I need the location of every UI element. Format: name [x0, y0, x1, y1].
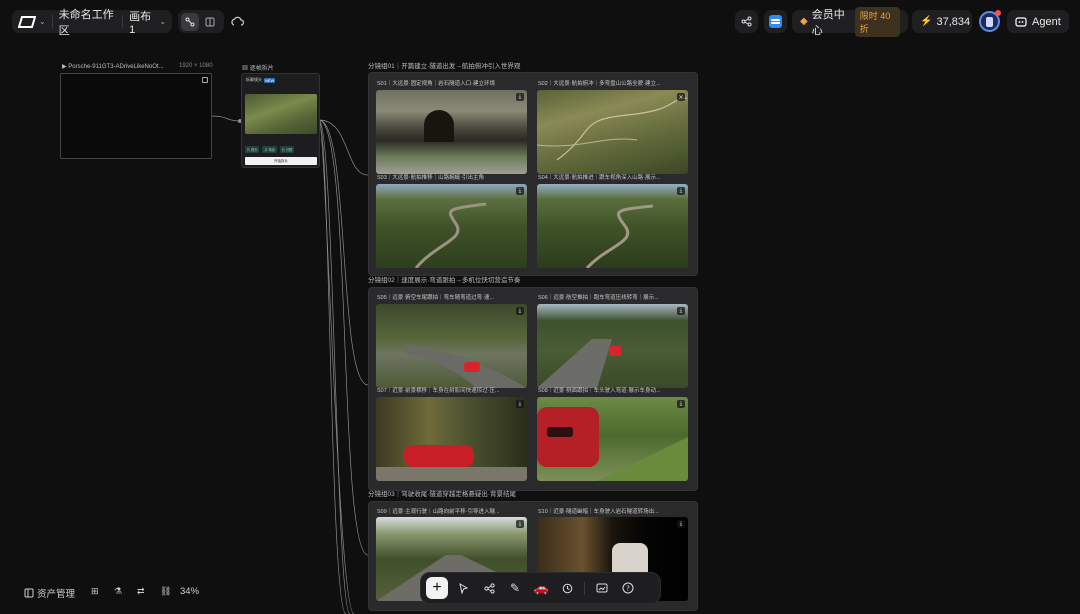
play-icon: ▶ — [62, 64, 67, 70]
asset-manager-button[interactable]: 资产管理 — [24, 586, 75, 600]
bottom-toolbar: + ✎ 🚗 ? — [420, 572, 661, 604]
shot-caption: S04｜大远景·航拍推进｜跟车视角深入山路·展示... — [538, 175, 661, 181]
shot-thumbnail[interactable]: ⤓ — [537, 397, 688, 481]
shot-caption: S10｜近景·隧道幽暗｜车身驶入岩石隧道转场出... — [538, 509, 659, 515]
storyboard-preview — [245, 94, 317, 134]
shot-thumbnail[interactable]: ✕ — [537, 90, 688, 174]
group-title: 分镜组03｜驾驶收尾·隧道穿越定格悬疑出·背景结尾 — [368, 491, 517, 498]
asset-manager-label: 资产管理 — [37, 589, 76, 600]
new-badge: NEW — [264, 77, 276, 83]
car-icon[interactable]: 🚗 — [530, 577, 552, 599]
zoom-level[interactable]: 34% — [180, 586, 199, 597]
cursor-icon[interactable] — [452, 577, 474, 599]
video-node-dims: 1920 × 1080 — [179, 63, 213, 69]
shot-thumbnail[interactable]: ⤓ — [376, 90, 527, 174]
node-graph-icon[interactable] — [478, 577, 500, 599]
book-icon — [24, 588, 34, 598]
storyboard-node-title: ▦ 逐帧拆片 — [242, 66, 274, 72]
shot-caption: S05｜远景·俯空车尾跟拍｜弯车随弯道过弯·速... — [377, 295, 495, 301]
link-icon[interactable]: ⛓ — [160, 586, 171, 597]
storyboard-chip[interactable]: 片 分镜 — [279, 146, 295, 153]
download-icon[interactable]: ⤓ — [677, 187, 685, 195]
shot-caption: S09｜远景·主观行驶｜山路向前平移·引导进入隧... — [377, 509, 500, 515]
download-icon[interactable]: ⤓ — [677, 307, 685, 315]
shot-caption: S02｜大远景·航拍俯冲｜多弯盘山公路全貌·建立... — [538, 81, 661, 87]
download-icon[interactable]: ⤓ — [516, 307, 524, 315]
download-icon[interactable]: ⤓ — [516, 187, 524, 195]
flask-icon[interactable]: ⚗ — [114, 586, 122, 597]
grid-icon: ▦ — [242, 66, 249, 72]
pen-icon[interactable]: ✎ — [504, 577, 526, 599]
shot-thumbnail[interactable]: ⤓ — [376, 184, 527, 268]
shot-caption: S07｜近景·前景横移｜车身在树影间快速掠过·压... — [377, 388, 500, 394]
shot-caption: S06｜远景·航空推拍｜跑车弯道压线转弯｜展示... — [538, 295, 659, 301]
group-title: 分镜组01｜开篇建立·隧道出发→航拍俯冲引入世界观 — [368, 63, 521, 70]
grid-icon[interactable]: ⊞ — [91, 586, 99, 597]
storyboard-node[interactable]: 拆解镜头 NEW 片 镜头 片 场景 片 分镜 开始拆片 — [241, 73, 320, 168]
shot-thumbnail[interactable]: ⤓ — [376, 397, 527, 481]
shot-caption: S01｜大远景·固定视角｜岩石隧道入口·建立环境 — [377, 81, 495, 87]
storyboard-chip[interactable]: 片 镜头 — [245, 146, 260, 153]
video-node[interactable] — [60, 73, 212, 159]
storyboard-chip-row: 片 镜头 片 场景 片 分镜 — [245, 146, 295, 153]
close-icon[interactable]: ✕ — [677, 93, 685, 101]
download-icon[interactable]: ⤓ — [516, 93, 524, 101]
shot-thumbnail[interactable]: ⤓ — [376, 304, 527, 388]
shot-caption: S08｜近景·侧面跟拍｜车头驶入弯道·展示车身动... — [538, 388, 661, 394]
download-icon[interactable] — [202, 77, 208, 83]
shuffle-icon[interactable]: ⇄ — [137, 586, 145, 597]
svg-text:?: ? — [626, 585, 630, 593]
start-storyboard-button[interactable]: 开始拆片 — [245, 157, 317, 165]
shot-caption: S03｜大远景·航拍推移｜山路蜿蜒·引出主角 — [377, 175, 484, 181]
video-node-title: ▶ Porsche-911GT3-ADriveLikeNoOt... — [62, 64, 164, 70]
clock-icon[interactable] — [556, 577, 578, 599]
shot-thumbnail[interactable]: ⤓ — [537, 184, 688, 268]
help-icon[interactable]: ? — [617, 577, 639, 599]
download-icon[interactable]: ⤓ — [677, 520, 685, 528]
download-icon[interactable]: ⤓ — [516, 400, 524, 408]
storyboard-inner-tag: 拆解镜头 — [246, 77, 262, 82]
group-title: 分镜组02｜速度展示·弯道跟拍→多机位快切营造节奏 — [368, 277, 521, 284]
storyboard-chip[interactable]: 片 场景 — [262, 146, 277, 153]
app-root: ⌄ 未命名工作区 画布 1 ⌄ ◆ 会员中心 限时 40 折 ⚡ 37,834 — [0, 0, 1080, 614]
download-icon[interactable]: ⤓ — [516, 520, 524, 528]
shot-thumbnail[interactable]: ⤓ — [537, 304, 688, 388]
add-icon[interactable]: + — [426, 577, 448, 599]
image-icon[interactable] — [591, 577, 613, 599]
download-icon[interactable]: ⤓ — [677, 400, 685, 408]
